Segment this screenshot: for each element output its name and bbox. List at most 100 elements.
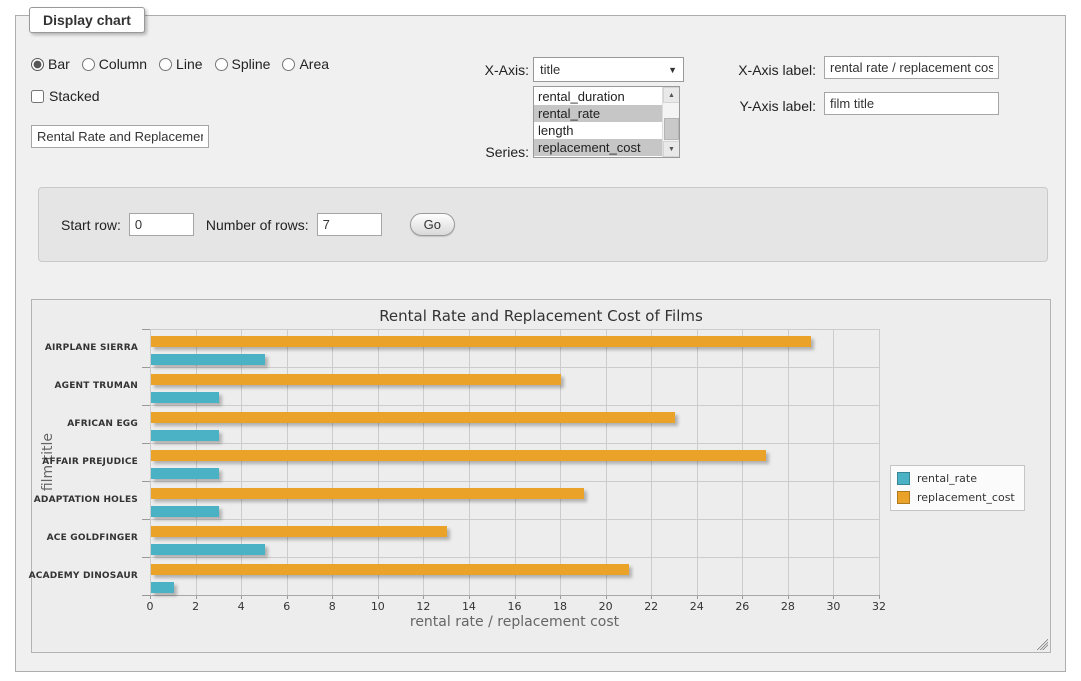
- radio-area[interactable]: Area: [282, 56, 329, 72]
- x-tick-label: 6: [267, 600, 307, 613]
- category-band: AIRPLANE SIERRA: [150, 329, 879, 367]
- radio-bar[interactable]: Bar: [31, 56, 70, 72]
- category-band: AFFAIR PREJUDICE: [150, 443, 879, 481]
- y-tick-mark: [142, 367, 150, 368]
- x-axis-select[interactable]: title ▼: [533, 57, 684, 82]
- x-axis-select-label: X-Axis:: [456, 62, 529, 78]
- stacked-checkbox[interactable]: [31, 90, 44, 103]
- legend-label: replacement_cost: [917, 491, 1015, 504]
- y-tick-mark: [142, 519, 150, 520]
- chart-x-axis-title: rental rate / replacement cost: [150, 614, 879, 630]
- stacked-row: Stacked: [31, 88, 100, 104]
- radio-spline-input[interactable]: [215, 58, 228, 71]
- x-axis-label-input[interactable]: [824, 56, 999, 79]
- x-tick-label: 8: [312, 600, 352, 613]
- category-label: ACADEMY DINOSAUR: [18, 557, 138, 595]
- bar-replacement_cost: [151, 374, 561, 385]
- radio-column-input[interactable]: [82, 58, 95, 71]
- category-label: AIRPLANE SIERRA: [18, 329, 138, 367]
- legend-row: rental_rate: [897, 472, 1015, 485]
- scrollbar-thumb[interactable]: [664, 118, 679, 140]
- bar-rental_rate: [151, 544, 265, 555]
- display-chart-fieldset: Display chart Bar Column Line Spline Are…: [15, 15, 1066, 672]
- series-listbox[interactable]: rental_durationrental_ratelengthreplacem…: [533, 86, 680, 158]
- chart-legend: rental_rate replacement_cost: [890, 465, 1025, 511]
- series-option-replacement_cost[interactable]: replacement_cost: [534, 139, 662, 156]
- legend-swatch-replacement_cost: [897, 491, 910, 504]
- category-label: AFRICAN EGG: [18, 405, 138, 443]
- bar-rental_rate: [151, 354, 265, 365]
- x-tick-label: 10: [358, 600, 398, 613]
- chart-container: Rental Rate and Replacement Cost of Film…: [31, 299, 1051, 653]
- x-tick-label: 22: [631, 600, 671, 613]
- radio-column[interactable]: Column: [82, 56, 147, 72]
- rows-panel: Start row: Number of rows: Go: [38, 187, 1048, 262]
- x-axis-selected-value: title: [540, 62, 560, 77]
- y-axis-label-label: Y-Axis label:: [716, 98, 816, 114]
- plot-area: 02468101214161820222426283032AIRPLANE SI…: [150, 329, 879, 595]
- x-gridline: [879, 329, 880, 595]
- radio-area-input[interactable]: [282, 58, 295, 71]
- radio-line-input[interactable]: [159, 58, 172, 71]
- chart-title-input[interactable]: [31, 125, 209, 148]
- scroll-up-icon[interactable]: ▲: [663, 87, 680, 103]
- category-label: AFFAIR PREJUDICE: [18, 443, 138, 481]
- x-axis-label-label: X-Axis label:: [716, 62, 816, 78]
- bar-rental_rate: [151, 506, 219, 517]
- bar-replacement_cost: [151, 564, 629, 575]
- bar-replacement_cost: [151, 526, 447, 537]
- series-option-rental_rate[interactable]: rental_rate: [534, 105, 662, 122]
- legend-label: rental_rate: [917, 472, 977, 485]
- number-of-rows-input[interactable]: [317, 213, 382, 236]
- category-band: AFRICAN EGG: [150, 405, 879, 443]
- x-tick-label: 16: [495, 600, 535, 613]
- bar-rental_rate: [151, 392, 219, 403]
- bar-replacement_cost: [151, 488, 584, 499]
- bar-rental_rate: [151, 430, 219, 441]
- series-listbox-scrollbar[interactable]: ▲ ▼: [662, 87, 679, 157]
- stacked-label: Stacked: [49, 88, 100, 104]
- series-options: rental_durationrental_ratelengthreplacem…: [534, 88, 662, 156]
- y-axis-label-input[interactable]: [824, 92, 999, 115]
- start-row-input[interactable]: [129, 213, 194, 236]
- radio-line[interactable]: Line: [159, 56, 202, 72]
- category-band: ACADEMY DINOSAUR: [150, 557, 879, 595]
- category-label: ACE GOLDFINGER: [18, 519, 138, 557]
- go-button[interactable]: Go: [410, 213, 455, 236]
- bar-replacement_cost: [151, 336, 811, 347]
- chart-type-radio-group: Bar Column Line Spline Area: [31, 56, 329, 72]
- x-tick-label: 32: [859, 600, 899, 613]
- x-tick-label: 28: [768, 600, 808, 613]
- bar-replacement_cost: [151, 450, 766, 461]
- x-tick-label: 14: [449, 600, 489, 613]
- chart-resize-handle-icon[interactable]: [1037, 639, 1048, 650]
- y-tick-mark: [142, 405, 150, 406]
- radio-spline[interactable]: Spline: [215, 56, 271, 72]
- x-tick-label: 26: [722, 600, 762, 613]
- category-band: ADAPTATION HOLES: [150, 481, 879, 519]
- category-label: AGENT TRUMAN: [18, 367, 138, 405]
- y-tick-mark: [142, 443, 150, 444]
- series-listbox-label: Series:: [456, 144, 529, 160]
- x-tick-label: 18: [540, 600, 580, 613]
- start-row-label: Start row:: [61, 217, 121, 233]
- scroll-down-icon[interactable]: ▼: [663, 141, 680, 157]
- category-band: ACE GOLDFINGER: [150, 519, 879, 557]
- y-tick-mark: [142, 595, 150, 596]
- x-tick-label: 4: [221, 600, 261, 613]
- x-tick-label: 0: [130, 600, 170, 613]
- radio-bar-input[interactable]: [31, 58, 44, 71]
- bar-replacement_cost: [151, 412, 675, 423]
- number-of-rows-label: Number of rows:: [206, 217, 309, 233]
- x-tick-label: 12: [403, 600, 443, 613]
- x-tick-label: 24: [677, 600, 717, 613]
- y-tick-mark: [142, 481, 150, 482]
- series-option-length[interactable]: length: [534, 122, 662, 139]
- x-tick-label: 30: [813, 600, 853, 613]
- bar-rental_rate: [151, 582, 174, 593]
- x-axis-line: [150, 595, 879, 596]
- legend-row: replacement_cost: [897, 491, 1015, 504]
- category-label: ADAPTATION HOLES: [18, 481, 138, 519]
- series-option-rental_duration[interactable]: rental_duration: [534, 88, 662, 105]
- fieldset-legend: Display chart: [29, 7, 145, 33]
